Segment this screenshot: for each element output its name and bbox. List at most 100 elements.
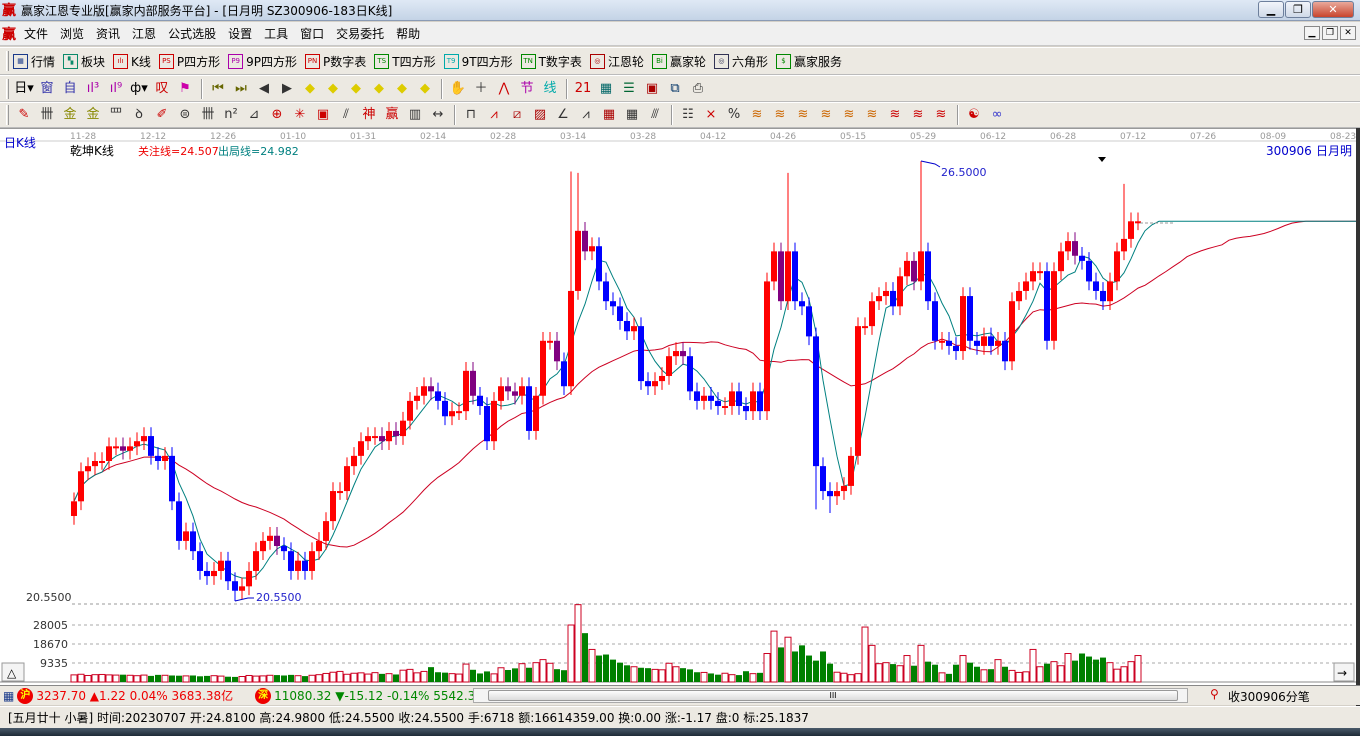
diagonal-icon[interactable]: 叹 bbox=[151, 78, 173, 100]
golden6-icon[interactable]: ≋ bbox=[861, 104, 883, 126]
percent-icon[interactable]: % bbox=[723, 104, 745, 126]
menu-item[interactable]: 文件 bbox=[18, 25, 54, 42]
golden7-icon[interactable]: ≋ bbox=[884, 104, 906, 126]
toolbar-button-t9[interactable]: T9 9T四方形 bbox=[443, 53, 513, 70]
close-button[interactable]: ✕ bbox=[1312, 1, 1354, 18]
hatch-icon[interactable]: ▨ bbox=[529, 104, 551, 126]
wave-icon[interactable]: 线 bbox=[539, 78, 561, 100]
golden4-icon[interactable]: ≋ bbox=[815, 104, 837, 126]
diamond-v-icon[interactable]: ◆ bbox=[414, 78, 436, 100]
menu-item[interactable]: 交易委托 bbox=[330, 25, 390, 42]
diamond-right-icon[interactable]: ◆ bbox=[322, 78, 344, 100]
diag-square-icon[interactable]: ⧄ bbox=[506, 104, 528, 126]
golden5-icon[interactable]: ≋ bbox=[838, 104, 860, 126]
toolbar-button-ps[interactable]: PS P四方形 bbox=[158, 53, 220, 70]
pen-icon[interactable]: ✎ bbox=[13, 104, 35, 126]
parallel-icon[interactable]: ⫻ bbox=[644, 104, 666, 126]
angle-icon[interactable]: ∠ bbox=[552, 104, 574, 126]
grid-icon[interactable]: 卌 bbox=[36, 104, 58, 126]
notes-icon[interactable]: ☰ bbox=[618, 78, 640, 100]
bars-icon[interactable]: ▥ bbox=[404, 104, 426, 126]
infinity-icon[interactable]: ∞ bbox=[986, 104, 1008, 126]
menu-item[interactable]: 资讯 bbox=[90, 25, 126, 42]
toolbar-grip[interactable] bbox=[6, 78, 9, 99]
yinyang-icon[interactable]: ☯ bbox=[963, 104, 985, 126]
fib-icon[interactable]: 罒 bbox=[105, 104, 127, 126]
toolbar-grip[interactable] bbox=[6, 51, 9, 71]
lines-icon[interactable]: 卌 bbox=[197, 104, 219, 126]
mdi-close-button[interactable]: ✕ bbox=[1340, 26, 1356, 40]
toolbar-grip[interactable] bbox=[6, 105, 9, 125]
save-icon[interactable]: ▣ bbox=[641, 78, 663, 100]
ying-icon[interactable]: 赢 bbox=[381, 104, 403, 126]
golden3-icon[interactable]: ≋ bbox=[792, 104, 814, 126]
mesh-icon[interactable]: ▦ bbox=[598, 104, 620, 126]
chart9-icon[interactable]: ıl⁹ bbox=[105, 78, 127, 100]
quote-table-icon[interactable]: ▦ bbox=[3, 689, 14, 703]
horizontal-scrollbar[interactable]: III bbox=[473, 688, 1188, 703]
left-icon[interactable]: ◀ bbox=[253, 78, 275, 100]
minimize-button[interactable]: ▁ bbox=[1258, 1, 1284, 18]
print-icon[interactable]: ⎙ bbox=[687, 78, 709, 100]
square-icon[interactable]: ▣ bbox=[312, 104, 334, 126]
brush-icon[interactable]: ✐ bbox=[151, 104, 173, 126]
network-icon[interactable]: ⧉ bbox=[664, 78, 686, 100]
window-icon[interactable]: 窗 bbox=[36, 78, 58, 100]
chart-canvas[interactable]: 11-28 12-12 12-26 01-10 01-31 02-14 02-28 03-14… bbox=[0, 129, 1356, 686]
toolbar-button-table[interactable]: ▦ 行情 bbox=[13, 53, 55, 70]
first-icon[interactable]: ⏮ bbox=[207, 78, 229, 100]
gold-icon[interactable]: 金 bbox=[59, 104, 81, 126]
last-icon[interactable]: ⏭ bbox=[230, 78, 252, 100]
fan-icon[interactable]: ⊿ bbox=[243, 104, 265, 126]
maximize-button[interactable]: ❐ bbox=[1285, 1, 1311, 18]
calculator-icon[interactable]: ▦ bbox=[595, 78, 617, 100]
table2-icon[interactable]: ☷ bbox=[677, 104, 699, 126]
menu-item[interactable]: 窗口 bbox=[294, 25, 330, 42]
gold2-icon[interactable]: 金 bbox=[82, 104, 104, 126]
flag-icon[interactable]: ⚑ bbox=[174, 78, 196, 100]
arrows-icon[interactable]: ↔ bbox=[427, 104, 449, 126]
diamond-h-icon[interactable]: ◆ bbox=[345, 78, 367, 100]
mdi-restore-button[interactable]: ❐ bbox=[1322, 26, 1338, 40]
toolbar-button-ts[interactable]: TS T四方形 bbox=[374, 53, 436, 70]
candle-dropdown-icon[interactable]: ф▾ bbox=[128, 78, 150, 100]
menu-item[interactable]: 工具 bbox=[258, 25, 294, 42]
mesh2-icon[interactable]: ▦ bbox=[621, 104, 643, 126]
circle-icon[interactable]: ⊜ bbox=[174, 104, 196, 126]
toolbar-button-tn[interactable]: TN T数字表 bbox=[520, 53, 582, 70]
right-icon[interactable]: ▶ bbox=[276, 78, 298, 100]
hand-icon[interactable]: ✋ bbox=[447, 78, 469, 100]
golden9-icon[interactable]: ≋ bbox=[930, 104, 952, 126]
chart3-icon[interactable]: ıl³ bbox=[82, 78, 104, 100]
crosshair-icon[interactable]: ＋ bbox=[470, 78, 492, 100]
slash-icon[interactable]: ⫽ bbox=[335, 104, 357, 126]
period-dropdown-icon[interactable]: 日▾ bbox=[13, 78, 35, 100]
toolbar-button-hexagon[interactable]: ◎ 六角形 bbox=[713, 53, 768, 70]
kline-chart[interactable]: 11-28 12-12 12-26 01-10 01-31 02-14 02-28 03-14… bbox=[0, 128, 1356, 685]
menu-item[interactable]: 帮助 bbox=[390, 25, 426, 42]
golden8-icon[interactable]: ≋ bbox=[907, 104, 929, 126]
golden1-icon[interactable]: ≋ bbox=[746, 104, 768, 126]
toolbar-button-p9[interactable]: P9 9P四方形 bbox=[228, 53, 297, 70]
diamond-x-icon[interactable]: ◆ bbox=[368, 78, 390, 100]
zigzag-icon[interactable]: ⩘ bbox=[575, 104, 597, 126]
target-icon[interactable]: ⊕ bbox=[266, 104, 288, 126]
toolbar-button-candles[interactable]: ılı K线 bbox=[113, 53, 151, 70]
diamond-star-icon[interactable]: ◆ bbox=[391, 78, 413, 100]
toolbar-button-blocks[interactable]: ▚ 板块 bbox=[63, 53, 105, 70]
rays-icon[interactable]: ⩘ bbox=[483, 104, 505, 126]
shen-icon[interactable]: 神 bbox=[358, 104, 380, 126]
n2-icon[interactable]: n² bbox=[220, 104, 242, 126]
line-tool-icon[interactable]: ⋀ bbox=[493, 78, 515, 100]
star-icon[interactable]: ✳ bbox=[289, 104, 311, 126]
mdi-minimize-button[interactable]: ▁ bbox=[1304, 26, 1320, 40]
self-icon[interactable]: 自 bbox=[59, 78, 81, 100]
cross-pct-icon[interactable]: ⨯ bbox=[700, 104, 722, 126]
ticks-link[interactable]: 收300906分笔 bbox=[1228, 688, 1310, 705]
node-icon[interactable]: 节 bbox=[516, 78, 538, 100]
menu-item[interactable]: 江恩 bbox=[126, 25, 162, 42]
toolbar-button-pn[interactable]: PN P数字表 bbox=[305, 53, 366, 70]
golden2-icon[interactable]: ≋ bbox=[769, 104, 791, 126]
toolbar-button-winner-wheel[interactable]: Bi 赢家轮 bbox=[651, 53, 706, 70]
toolbar-button-dollar[interactable]: $ 赢家服务 bbox=[775, 53, 842, 70]
